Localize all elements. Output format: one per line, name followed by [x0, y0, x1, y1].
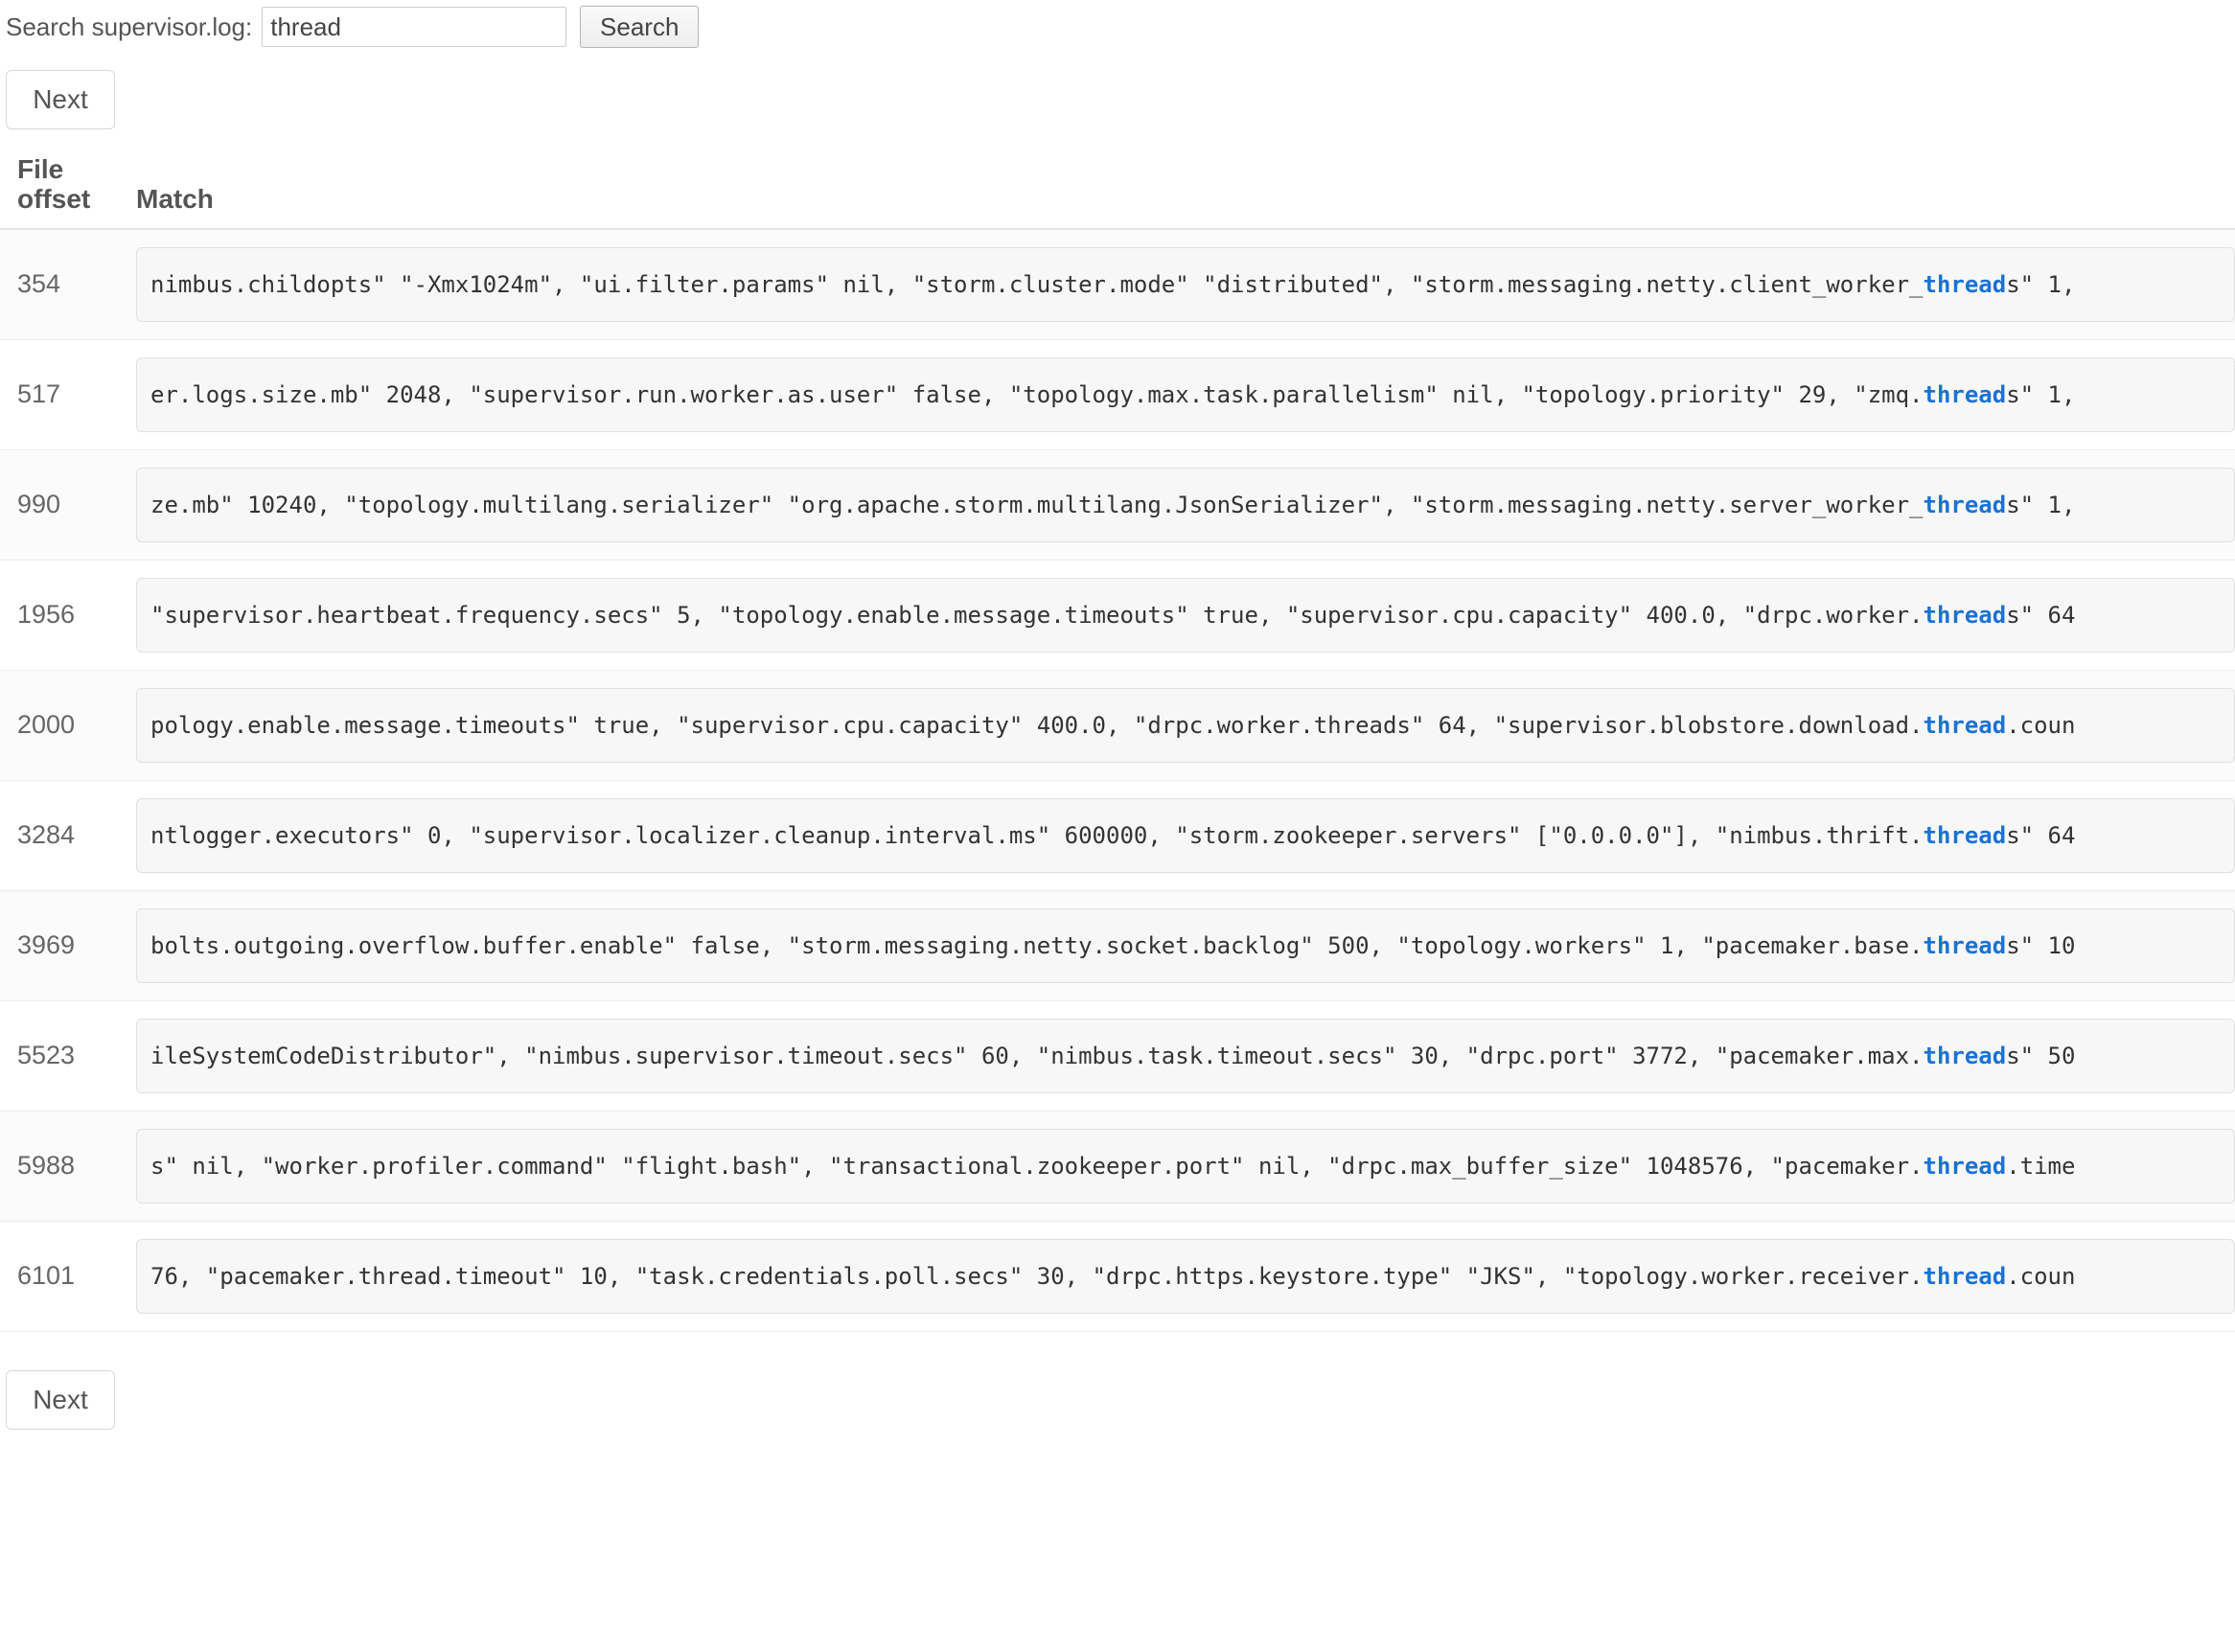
- match-snippet-box: nimbus.childopts" "-Xmx1024m", "ui.filte…: [136, 246, 2235, 322]
- match-snippet-text: ntlogger.executors" 0, "supervisor.local…: [150, 824, 2075, 847]
- match-highlight: thread: [1923, 821, 2007, 849]
- table-row: 354 nimbus.childopts" "-Xmx1024m", "ui.fi…: [0, 228, 2235, 340]
- match-highlight: thread: [1923, 270, 2007, 298]
- search-button[interactable]: Search: [580, 6, 700, 48]
- match-suffix: s" 50: [2006, 1042, 2076, 1069]
- match-snippet-text: "supervisor.heartbeat.frequency.secs" 5,…: [150, 604, 2075, 627]
- cell-match: pology.enable.message.timeouts" true, "s…: [115, 670, 2235, 780]
- cell-match: ileSystemCodeDistributor", "nimbus.super…: [115, 1000, 2235, 1111]
- search-bar: Search supervisor.log: Search: [0, 0, 2235, 48]
- match-suffix: s" 1,: [2006, 270, 2076, 298]
- next-button-bottom[interactable]: Next: [6, 1369, 115, 1430]
- table-header: File offset Match: [0, 154, 2235, 230]
- cell-file-offset: 354: [17, 269, 61, 299]
- log-search-page: Search supervisor.log: Search Next File …: [0, 0, 2235, 1430]
- column-header-file-offset: File offset: [0, 154, 115, 230]
- table-row: 990 ze.mb" 10240, "topology.multilang.ser…: [0, 449, 2235, 561]
- match-snippet-text: ileSystemCodeDistributor", "nimbus.super…: [150, 1044, 2075, 1067]
- match-highlight: thread: [1923, 380, 2007, 408]
- match-prefix: bolts.outgoing.overflow.buffer.enable" f…: [150, 931, 1924, 959]
- match-highlight: thread: [1923, 1262, 2007, 1290]
- cell-file-offset: 1956: [17, 600, 76, 630]
- match-prefix: pology.enable.message.timeouts" true, "s…: [150, 711, 1924, 739]
- match-highlight: thread: [1923, 711, 2007, 739]
- table-row: 1956 "supervisor.heartbeat.frequency.secs…: [0, 560, 2235, 671]
- column-header-match: Match: [115, 154, 2235, 230]
- table-row: 6101 76, "pacemaker.thread.timeout" 10, "…: [0, 1221, 2235, 1332]
- table-row: 3969 bolts.outgoing.overflow.buffer.enabl…: [0, 890, 2235, 1001]
- match-suffix: s" 64: [2006, 821, 2076, 849]
- table-row: 2000 pology.enable.message.timeouts" true…: [0, 670, 2235, 781]
- match-snippet-box: bolts.outgoing.overflow.buffer.enable" f…: [136, 907, 2235, 983]
- match-prefix: s" nil, "worker.profiler.command" "fligh…: [150, 1152, 1924, 1180]
- match-suffix: .coun: [2006, 1262, 2076, 1290]
- search-label: Search supervisor.log:: [6, 12, 253, 41]
- cell-file-offset: 2000: [17, 710, 76, 740]
- match-prefix: nimbus.childopts" "-Xmx1024m", "ui.filte…: [150, 270, 1924, 298]
- match-snippet-box: ntlogger.executors" 0, "supervisor.local…: [136, 797, 2235, 873]
- match-snippet-text: nimbus.childopts" "-Xmx1024m", "ui.filte…: [150, 273, 2075, 296]
- search-results-table: File offset Match 354 nimbus.childopts" "…: [0, 154, 2235, 1332]
- cell-match: ze.mb" 10240, "topology.multilang.serial…: [115, 449, 2235, 560]
- cell-file-offset: 990: [17, 490, 61, 519]
- table-row: 5988 s" nil, "worker.profiler.command" "f…: [0, 1111, 2235, 1222]
- match-snippet-box: 76, "pacemaker.thread.timeout" 10, "task…: [136, 1238, 2235, 1314]
- match-suffix: .coun: [2006, 711, 2076, 739]
- match-highlight: thread: [1923, 601, 2007, 629]
- table-row: 5523 ileSystemCodeDistributor", "nimbus.s…: [0, 1000, 2235, 1112]
- table-header-row: File offset Match: [0, 154, 2235, 230]
- match-snippet-box: er.logs.size.mb" 2048, "supervisor.run.w…: [136, 356, 2235, 432]
- match-highlight: thread: [1923, 1152, 2007, 1180]
- match-suffix: s" 64: [2006, 601, 2076, 629]
- match-snippet-box: ze.mb" 10240, "topology.multilang.serial…: [136, 467, 2235, 542]
- next-button-top[interactable]: Next: [6, 70, 115, 129]
- match-prefix: ntlogger.executors" 0, "supervisor.local…: [150, 821, 1924, 849]
- table-body: 354 nimbus.childopts" "-Xmx1024m", "ui.fi…: [0, 228, 2235, 1332]
- match-suffix: s" 1,: [2006, 380, 2076, 408]
- match-suffix: s" 10: [2006, 931, 2076, 959]
- match-snippet-text: bolts.outgoing.overflow.buffer.enable" f…: [150, 934, 2075, 957]
- table-row: 517 er.logs.size.mb" 2048, "supervisor.ru…: [0, 339, 2235, 450]
- pagination-top: Next: [0, 46, 2235, 129]
- match-prefix: er.logs.size.mb" 2048, "supervisor.run.w…: [150, 380, 1924, 408]
- cell-file-offset: 3284: [17, 820, 76, 850]
- match-snippet-text: er.logs.size.mb" 2048, "supervisor.run.w…: [150, 383, 2075, 406]
- match-prefix: ze.mb" 10240, "topology.multilang.serial…: [150, 491, 1924, 518]
- cell-match: er.logs.size.mb" 2048, "supervisor.run.w…: [115, 339, 2235, 449]
- match-snippet-text: pology.enable.message.timeouts" true, "s…: [150, 714, 2075, 737]
- match-snippet-box: "supervisor.heartbeat.frequency.secs" 5,…: [136, 577, 2235, 653]
- match-prefix: ileSystemCodeDistributor", "nimbus.super…: [150, 1042, 1924, 1069]
- match-prefix: 76, "pacemaker.thread.timeout" 10, "task…: [150, 1262, 1924, 1290]
- match-suffix: .time: [2006, 1152, 2076, 1180]
- match-snippet-box: pology.enable.message.timeouts" true, "s…: [136, 687, 2235, 763]
- cell-file-offset: 5523: [17, 1041, 76, 1070]
- cell-match: bolts.outgoing.overflow.buffer.enable" f…: [115, 890, 2235, 1000]
- match-highlight: thread: [1923, 931, 2007, 959]
- match-snippet-text: 76, "pacemaker.thread.timeout" 10, "task…: [150, 1265, 2075, 1288]
- match-suffix: s" 1,: [2006, 491, 2076, 518]
- cell-file-offset: 517: [17, 379, 61, 409]
- cell-match: ntlogger.executors" 0, "supervisor.local…: [115, 780, 2235, 890]
- table-row: 3284 ntlogger.executors" 0, "supervisor.l…: [0, 780, 2235, 891]
- cell-match: s" nil, "worker.profiler.command" "fligh…: [115, 1111, 2235, 1221]
- cell-match: nimbus.childopts" "-Xmx1024m", "ui.filte…: [115, 229, 2235, 340]
- match-snippet-box: s" nil, "worker.profiler.command" "fligh…: [136, 1128, 2235, 1204]
- match-snippet-text: s" nil, "worker.profiler.command" "fligh…: [150, 1155, 2075, 1178]
- cell-match: 76, "pacemaker.thread.timeout" 10, "task…: [115, 1221, 2235, 1331]
- cell-file-offset: 3969: [17, 930, 76, 960]
- match-snippet-text: ze.mb" 10240, "topology.multilang.serial…: [150, 493, 2075, 516]
- cell-match: "supervisor.heartbeat.frequency.secs" 5,…: [115, 560, 2235, 670]
- match-highlight: thread: [1923, 491, 2007, 518]
- pagination-bottom: Next: [0, 1332, 2235, 1430]
- match-snippet-box: ileSystemCodeDistributor", "nimbus.super…: [136, 1018, 2235, 1093]
- cell-file-offset: 5988: [17, 1151, 76, 1181]
- match-highlight: thread: [1923, 1042, 2007, 1069]
- search-input[interactable]: [262, 7, 567, 47]
- cell-file-offset: 6101: [17, 1261, 76, 1291]
- match-prefix: "supervisor.heartbeat.frequency.secs" 5,…: [150, 601, 1924, 629]
